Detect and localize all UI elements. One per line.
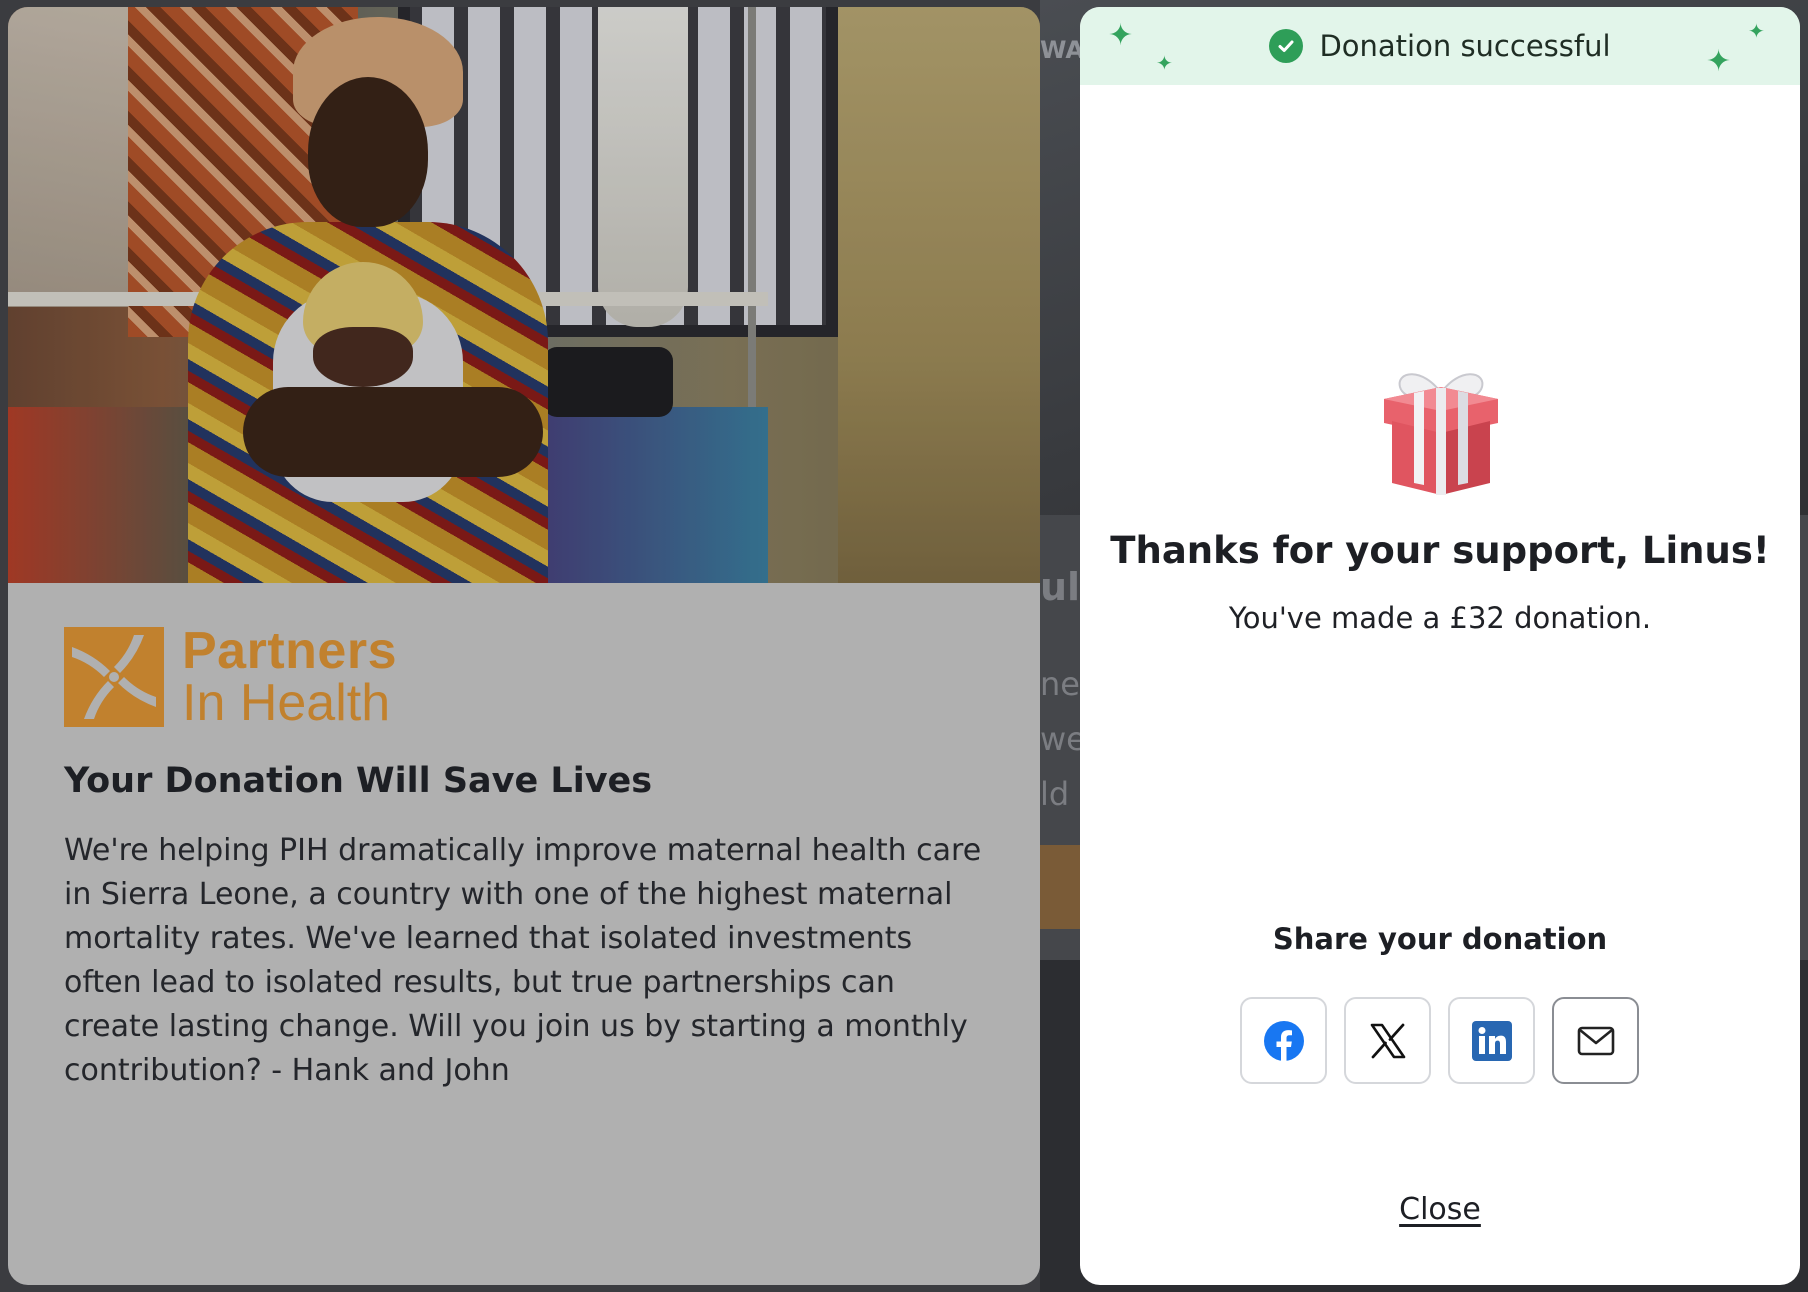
close-button[interactable]: Close	[1080, 1192, 1800, 1227]
email-icon	[1577, 1026, 1614, 1055]
campaign-description: We're helping PIH dramatically improve m…	[64, 833, 982, 1088]
x-icon	[1370, 1023, 1405, 1058]
background-button	[1040, 845, 1080, 929]
background-fragment: ne	[1040, 665, 1080, 703]
background-fragment: ld	[1040, 775, 1070, 813]
background-fragment: WA	[1040, 36, 1084, 64]
thanks-heading: Thanks for your support, Linus!	[1110, 529, 1770, 572]
campaign-hero-image	[8, 7, 1040, 583]
share-x-button[interactable]	[1344, 997, 1431, 1084]
gift-icon	[1378, 365, 1504, 497]
check-circle-icon	[1269, 29, 1304, 63]
campaign-card: Partners In Health Your Donation Will Sa…	[8, 7, 1040, 1285]
sparkle-icon: ✦	[1748, 19, 1765, 43]
share-email-button[interactable]	[1552, 997, 1639, 1084]
background-fragment: we	[1040, 720, 1086, 758]
partners-in-health-logo: Partners In Health	[64, 622, 984, 732]
campaign-title: Your Donation Will Save Lives	[64, 761, 653, 801]
donation-amount-text: You've made a £32 donation.	[1228, 601, 1652, 635]
success-banner: ✦ ✦ ✦ ✦ Donation successful	[1080, 7, 1800, 85]
share-facebook-button[interactable]	[1240, 997, 1327, 1084]
donation-success-modal: ✦ ✦ ✦ ✦ Donation successful Thanks for y…	[1080, 7, 1800, 1285]
hands-logo-icon	[64, 627, 164, 727]
share-heading: Share your donation	[1272, 922, 1608, 956]
share-linkedin-button[interactable]	[1448, 997, 1535, 1084]
banner-text: Donation successful	[1319, 29, 1611, 63]
logo-line-1: Partners	[182, 622, 397, 680]
facebook-icon	[1263, 1020, 1304, 1061]
sparkle-icon: ✦	[1156, 51, 1173, 75]
sparkle-icon: ✦	[1108, 18, 1134, 53]
background-fragment: ul	[1040, 565, 1081, 609]
share-buttons	[1240, 997, 1639, 1084]
logo-line-2: In Health	[182, 674, 391, 732]
linkedin-icon	[1471, 1020, 1512, 1061]
sparkle-icon: ✦	[1706, 44, 1732, 79]
